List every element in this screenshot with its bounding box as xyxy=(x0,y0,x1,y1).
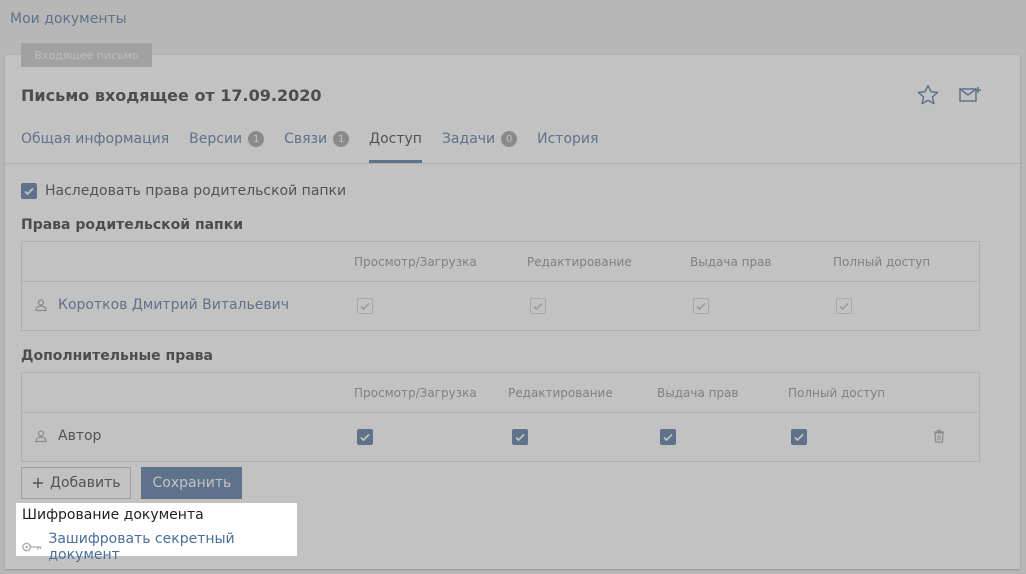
page-title: Письмо входящее от 17.09.2020 xyxy=(21,86,322,105)
title-actions xyxy=(916,83,982,107)
full-access-checkbox[interactable] xyxy=(791,429,807,445)
encryption-section: Шифрование документа Зашифровать секретн… xyxy=(16,503,297,563)
breadcrumb[interactable]: Мои документы xyxy=(10,11,127,27)
view-checkbox[interactable] xyxy=(357,429,373,445)
tab-count-badge: 0 xyxy=(501,131,518,147)
tab-label: Задачи xyxy=(441,131,496,147)
extra-rights-title: Дополнительные права xyxy=(21,348,213,364)
edit-checkbox xyxy=(530,298,546,314)
edit-checkbox[interactable] xyxy=(512,429,528,445)
tab-links[interactable]: Связи 1 xyxy=(284,115,350,153)
key-icon xyxy=(22,542,42,552)
parent-rights-title: Права родительской папки xyxy=(21,217,244,233)
column-header: Просмотр/Загрузка xyxy=(354,255,477,269)
user-icon xyxy=(35,430,47,443)
inherit-rights-checkbox[interactable] xyxy=(21,183,37,199)
tab-count-badge: 1 xyxy=(248,131,265,147)
tab-count-badge: 1 xyxy=(333,131,350,147)
table-header: Просмотр/Загрузка Редактирование Выдача … xyxy=(22,373,979,413)
grant-checkbox xyxy=(693,298,709,314)
inherit-rights-checkbox-row[interactable]: Наследовать права родительской папки xyxy=(21,183,346,199)
tab-label: Связи xyxy=(284,131,328,147)
add-button[interactable]: Добавить xyxy=(21,467,132,499)
tab-label: Доступ xyxy=(369,131,422,147)
tab-history[interactable]: История xyxy=(537,115,598,153)
column-header: Просмотр/Загрузка xyxy=(354,386,477,400)
table-row: Коротков Дмитрий Витальевич xyxy=(22,282,979,330)
grant-checkbox[interactable] xyxy=(660,429,676,445)
tab-label: Общая информация xyxy=(21,131,170,147)
document-type-badge: Входящее письмо xyxy=(21,43,152,67)
extra-rights-table: Просмотр/Загрузка Редактирование Выдача … xyxy=(21,372,980,462)
tab-versions[interactable]: Версии 1 xyxy=(189,115,265,153)
view-checkbox xyxy=(357,298,373,314)
full-access-checkbox xyxy=(836,298,852,314)
column-header: Выдача прав xyxy=(690,255,772,269)
user-cell: Автор xyxy=(34,428,101,444)
action-buttons: Добавить Сохранить xyxy=(21,467,243,499)
save-button-label: Сохранить xyxy=(152,475,232,491)
tab-access[interactable]: Доступ xyxy=(369,115,422,163)
tabs-divider xyxy=(5,163,1020,164)
trash-icon[interactable] xyxy=(932,429,946,447)
encrypt-link-label: Зашифровать секретный документ xyxy=(48,531,235,563)
user-name: Автор xyxy=(58,428,102,444)
table-row: Автор xyxy=(22,413,979,461)
document-card: Письмо входящее от 17.09.2020 Общая инфо… xyxy=(5,55,1020,569)
column-header: Полный доступ xyxy=(833,255,931,269)
tab-label: История xyxy=(537,131,599,147)
column-header: Редактирование xyxy=(508,386,613,400)
user-icon xyxy=(35,299,47,312)
column-header: Выдача прав xyxy=(657,386,739,400)
inherit-rights-label: Наследовать права родительской папки xyxy=(45,183,347,199)
column-header: Полный доступ xyxy=(788,386,886,400)
table-header: Просмотр/Загрузка Редактирование Выдача … xyxy=(22,242,979,282)
parent-rights-table: Просмотр/Загрузка Редактирование Выдача … xyxy=(21,241,980,331)
encryption-title: Шифрование документа xyxy=(22,507,204,523)
column-header: Редактирование xyxy=(527,255,632,269)
tab-general[interactable]: Общая информация xyxy=(21,115,169,153)
user-cell[interactable]: Коротков Дмитрий Витальевич xyxy=(34,297,289,313)
user-name: Коротков Дмитрий Витальевич xyxy=(58,297,289,313)
page: Мои документы Письмо входящее от 17.09.2… xyxy=(0,0,1026,574)
plus-icon xyxy=(33,478,43,488)
tab-tasks[interactable]: Задачи 0 xyxy=(441,115,518,153)
save-button[interactable]: Сохранить xyxy=(141,467,243,499)
encrypt-document-link[interactable]: Зашифровать секретный документ xyxy=(22,531,291,563)
mail-add-icon[interactable] xyxy=(958,83,982,107)
star-icon[interactable] xyxy=(916,83,940,107)
add-button-label: Добавить xyxy=(50,475,121,491)
tab-label: Версии xyxy=(189,131,243,147)
tabs: Общая информация Версии 1 Связи 1 Доступ З… xyxy=(21,115,598,165)
